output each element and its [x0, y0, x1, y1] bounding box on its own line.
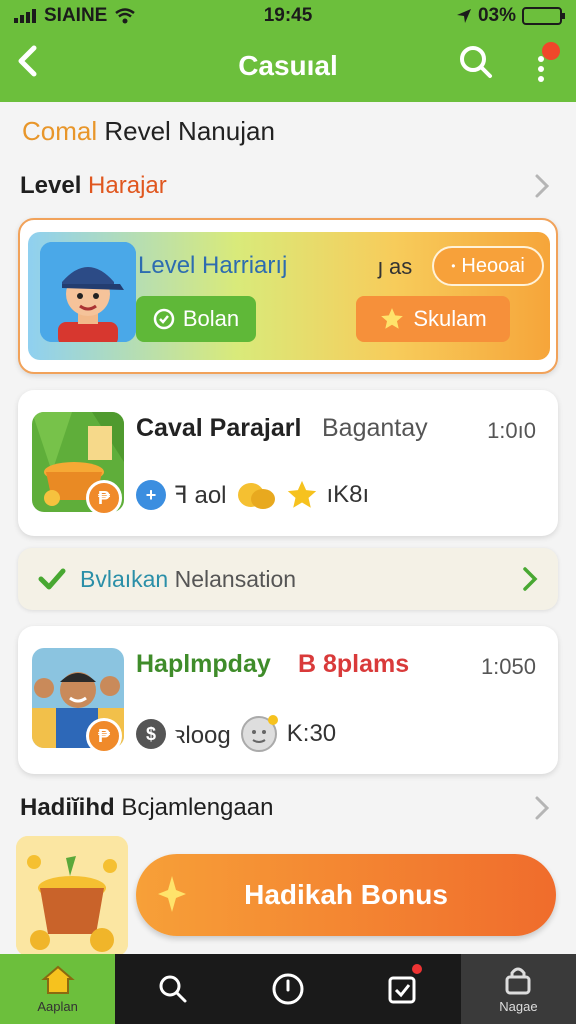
section-title-bold: Hadiĭihd — [20, 794, 115, 821]
bottom-tab-bar: Aaplan Nagae — [0, 954, 576, 1024]
featured-count: ȷ as — [378, 254, 413, 279]
dot-icon: • — [451, 259, 456, 273]
featured-title: Level Harriarıj — [138, 252, 288, 279]
game-meta: $ ꝛloog K:30 — [136, 714, 336, 754]
reward-pill-label: Heooai — [461, 254, 525, 277]
battery-percent: 03% — [477, 5, 516, 26]
game-time: 1:050 — [480, 654, 536, 679]
avatar — [40, 242, 136, 342]
game-badge-icon: ₱ — [86, 480, 122, 516]
search-icon — [460, 46, 492, 78]
dollar-icon: $ — [136, 719, 166, 749]
star-button[interactable]: Skulam — [356, 296, 510, 342]
check-icon — [38, 568, 66, 590]
home-icon — [40, 965, 75, 994]
tab-label: Nagae — [499, 998, 538, 1014]
section-level-header[interactable]: Level Harajar — [20, 172, 550, 200]
more-menu-button[interactable] — [530, 42, 560, 86]
subtitle-highlight: Comal — [22, 116, 98, 146]
game-subtitle: Bagantay — [322, 414, 428, 442]
tab-history[interactable] — [230, 954, 345, 1024]
featured-level-card[interactable]: Level Harriarıj ȷ as • Heooai Bolan Skul… — [18, 218, 558, 374]
notification-rest: Nelansation — [168, 565, 297, 592]
notification-dot — [542, 42, 560, 60]
section-bonus-header[interactable]: Hadiĭihd Bcjamlengaan — [20, 794, 550, 822]
game-meta-text: ꟻ aol — [174, 481, 227, 509]
subtitle-text: Revel Nanujan — [97, 116, 275, 146]
star-icon — [287, 480, 316, 508]
coins-icon — [237, 483, 275, 509]
chevron-right-icon — [523, 567, 538, 591]
game-meta: + ꟻ aol ıK8ı — [136, 478, 369, 512]
check-circle-icon — [153, 308, 175, 330]
checklist-icon — [388, 976, 416, 1004]
tab-home[interactable]: Aaplan — [0, 954, 116, 1024]
notification-text: Bvlaıkan Nelansation — [80, 566, 522, 593]
game-subtitle: B 8plams — [298, 650, 410, 678]
game-title: Haplmpday — [136, 650, 271, 678]
plus-icon: + — [136, 480, 166, 510]
status-bar: SIAINE 19:45 03% — [0, 0, 576, 30]
app-bar: Casuıal — [0, 30, 576, 102]
notification-dot — [409, 962, 424, 976]
game-meta-count: K:30 — [286, 720, 337, 747]
section-title-highlight: Harajar — [88, 172, 167, 199]
section-title-rest: Bcjamlengaan — [114, 794, 274, 821]
chevron-right-icon — [535, 174, 550, 198]
game-card[interactable]: ₱ Caval Parajarl Bagantay 1:0ı0 + ꟻ aol … — [18, 390, 558, 536]
section-title: Level Harajar — [20, 172, 167, 200]
notification-highlight: Bvlaıkan — [80, 565, 169, 592]
reward-pill[interactable]: • Heooai — [432, 246, 544, 286]
play-button[interactable]: Bolan — [136, 296, 256, 342]
section-title-bold: Level — [20, 172, 89, 199]
game-meta-count: ıK8ı — [326, 481, 370, 508]
tab-search[interactable] — [115, 954, 230, 1024]
star-icon — [381, 308, 404, 329]
page-subtitle: Comal Revel Nanujan — [22, 116, 275, 147]
game-title: Caval Parajarl — [136, 414, 302, 442]
game-meta-text: ꝛloog — [174, 721, 231, 749]
notification-row[interactable]: Bvlaıkan Nelansation — [18, 548, 558, 610]
star-button-label: Skulam — [413, 306, 487, 331]
lock-icon — [505, 967, 531, 994]
sparkle-icon — [158, 876, 186, 912]
play-button-label: Bolan — [182, 306, 240, 331]
location-icon — [456, 9, 471, 23]
bonus-pot-image — [16, 836, 128, 956]
clock-icon — [272, 973, 304, 1005]
bonus-button[interactable]: Hadikah Bonus — [136, 854, 556, 936]
tab-tasks[interactable] — [346, 954, 461, 1024]
chevron-right-icon — [535, 796, 550, 820]
moon-face-icon — [240, 715, 278, 752]
game-card[interactable]: ₱ Haplmpday B 8plams 1:050 $ ꝛloog K:30 — [18, 626, 558, 774]
tab-label: Aaplan — [37, 998, 78, 1014]
bonus-button-label: Hadikah Bonus — [244, 879, 448, 910]
search-button[interactable] — [458, 44, 494, 85]
game-time: 1:0ı0 — [487, 418, 536, 443]
section-title: Hadiĭihd Bcjamlengaan — [20, 794, 273, 822]
search-icon — [159, 975, 187, 1003]
battery-icon — [522, 7, 565, 25]
tab-profile[interactable]: Nagae — [460, 954, 576, 1024]
game-badge-icon: ₱ — [86, 718, 122, 754]
